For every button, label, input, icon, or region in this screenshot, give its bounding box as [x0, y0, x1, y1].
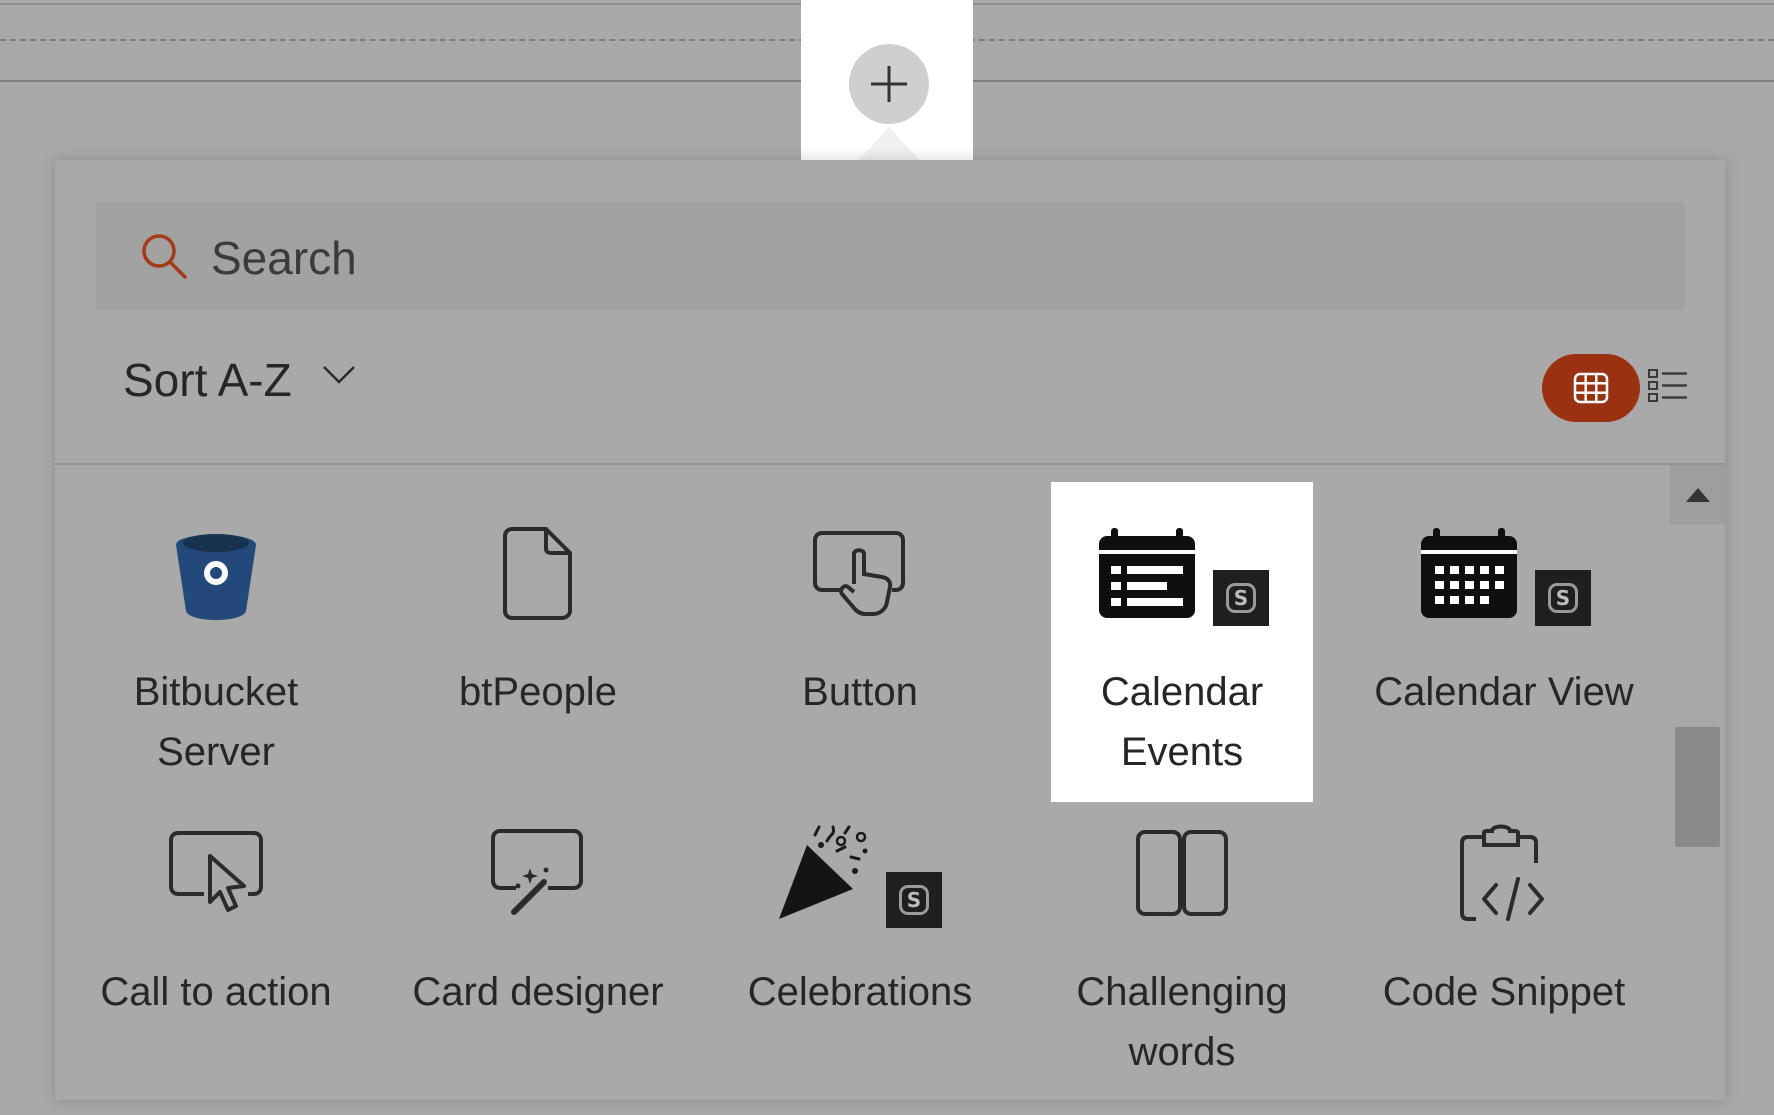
toolbar-divider: [55, 463, 1725, 465]
flyout-beak: [859, 127, 919, 160]
calendar-events-icon: [1099, 528, 1195, 618]
tile-label: Calendar View: [1374, 670, 1634, 714]
webpart-tile-bitbucket-server[interactable]: Bitbucket Server: [85, 482, 347, 802]
webpart-tile-code-snippet[interactable]: Code Snippet: [1373, 782, 1635, 1102]
webpart-tile-call-to-action[interactable]: Call to action: [85, 782, 347, 1102]
card-designer-icon: [491, 829, 583, 915]
tile-label: Bitbucket Server: [133, 670, 299, 774]
sort-dropdown[interactable]: Sort A-Z: [123, 350, 356, 410]
add-webpart-button[interactable]: [849, 44, 929, 124]
webpart-tile-btpeople[interactable]: btPeople: [407, 482, 669, 802]
webpart-tile-button[interactable]: Button: [729, 482, 991, 802]
list-view-button[interactable]: [1645, 364, 1691, 408]
tile-label: Code Snippet: [1382, 970, 1626, 1014]
tile-label: Call to action: [100, 970, 332, 1014]
search-icon: [142, 234, 187, 279]
webpart-toolbox-panel: Sort A-Z Bitbucket Server: [55, 160, 1725, 1100]
grid-view-button[interactable]: [1542, 354, 1640, 422]
tile-label: Card designer: [412, 970, 664, 1014]
sharepoint-badge-icon: S: [886, 872, 942, 928]
celebrations-icon: [779, 825, 868, 919]
tile-label: Button: [802, 670, 918, 714]
document-icon: [503, 527, 572, 620]
webpart-tile-celebrations[interactable]: S Celebrations: [729, 782, 991, 1102]
touch-button-icon: [813, 531, 905, 616]
scroll-up-button[interactable]: [1670, 465, 1725, 525]
webpart-tile-challenging-words[interactable]: Challenging words: [1051, 782, 1313, 1102]
call-to-action-icon: [169, 831, 263, 912]
calendar-view-icon: [1421, 528, 1517, 618]
bitbucket-icon: [176, 534, 256, 620]
sharepoint-badge-icon: S: [1535, 570, 1591, 626]
tile-label: Celebrations: [747, 970, 973, 1014]
sort-label: Sort A-Z: [123, 354, 292, 406]
sharepoint-badge-icon: S: [1213, 570, 1269, 626]
webpart-tile-card-designer[interactable]: Card designer: [407, 782, 669, 1102]
search-box[interactable]: [96, 202, 1685, 310]
search-input[interactable]: [211, 230, 1651, 286]
tile-label: Challenging words: [1076, 970, 1288, 1074]
tile-label: Calendar Events: [1100, 670, 1264, 774]
plus-icon: [871, 66, 907, 102]
webpart-tile-calendar-events[interactable]: S Calendar Events: [1051, 482, 1313, 802]
book-icon: [1136, 830, 1228, 916]
caret-up-icon: [1685, 488, 1710, 502]
scroll-thumb[interactable]: [1675, 727, 1720, 847]
grid-icon: [1573, 372, 1609, 404]
tile-scrollbar[interactable]: [1670, 465, 1725, 1115]
tile-label: btPeople: [459, 670, 617, 714]
webpart-tile-calendar-view[interactable]: S Calendar View: [1373, 482, 1635, 802]
chevron-down-icon: [322, 366, 355, 384]
code-snippet-icon: [1460, 824, 1544, 921]
list-icon: [1648, 369, 1687, 402]
